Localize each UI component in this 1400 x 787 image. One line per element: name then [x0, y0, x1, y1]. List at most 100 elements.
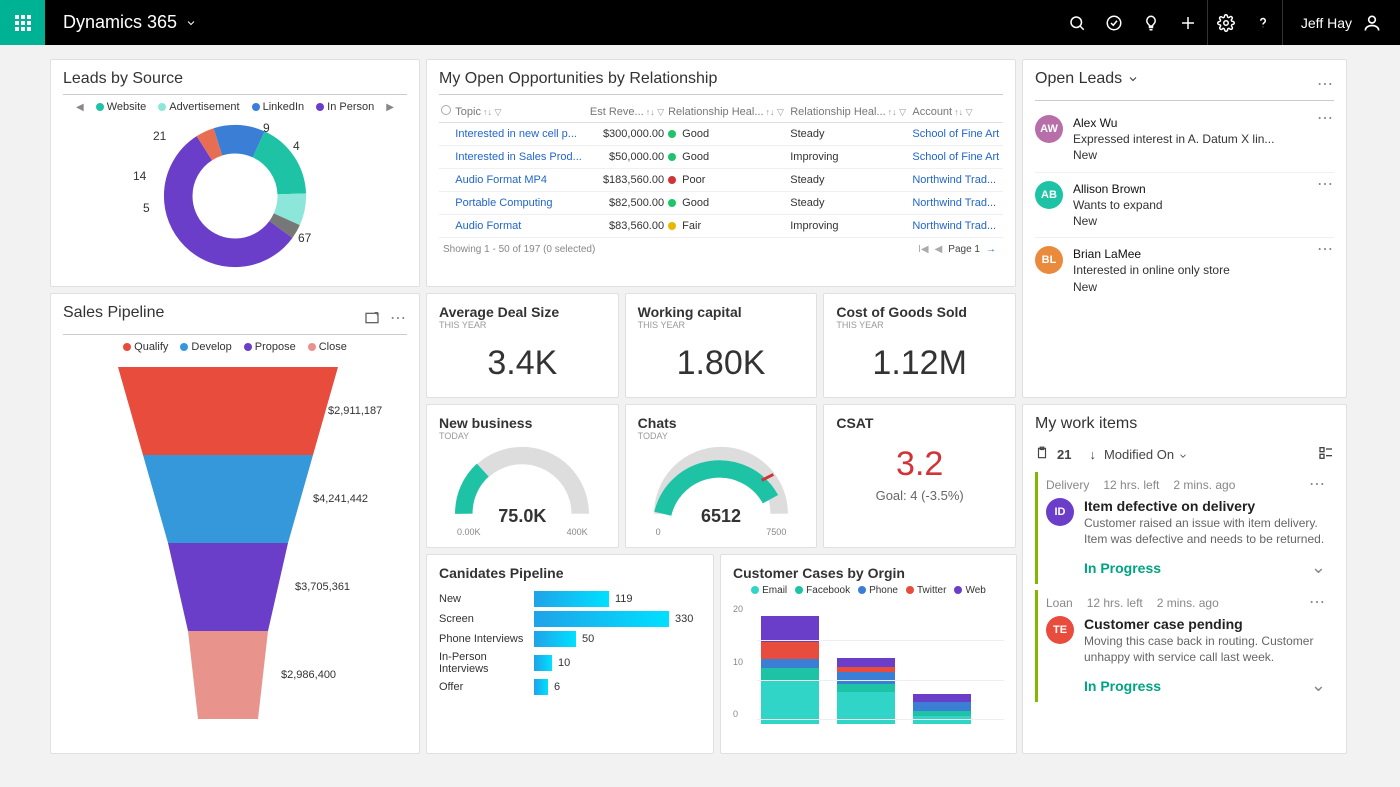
account-link[interactable]: Northwind Trad... [912, 174, 996, 186]
expand-button[interactable] [364, 310, 380, 329]
topic-link[interactable]: Interested in Sales Prod... [455, 151, 582, 163]
lead-item[interactable]: AW Alex Wu Expressed interest in A. Datu… [1035, 107, 1334, 172]
kpi-value: 3.2 [836, 431, 1003, 488]
work-more-button[interactable]: ⋯ [1309, 599, 1326, 607]
view-toggle-button[interactable] [1318, 445, 1334, 464]
account-link[interactable]: School of Fine Art [912, 128, 999, 140]
add-button[interactable] [1170, 0, 1207, 45]
funnel-chart: $2,911,187 $4,241,442 $3,705,361 $2,986,… [63, 361, 407, 731]
app-title-dropdown[interactable]: Dynamics 365 [63, 12, 197, 33]
col-account[interactable]: Account↑↓ ▽ [910, 101, 1003, 123]
work-item[interactable]: Delivery12 hrs. left2 mins. ago⋯ ID Item… [1035, 472, 1334, 584]
search-button[interactable] [1059, 0, 1096, 45]
list-icon [1318, 445, 1334, 461]
work-count: 21 [1057, 447, 1071, 462]
expand-chevron[interactable]: ⌄ [1311, 675, 1326, 696]
card-title[interactable]: Open Leads [1035, 70, 1317, 94]
kpi-title: CSAT [836, 415, 1003, 431]
lead-more-button[interactable]: ⋯ [1317, 115, 1334, 123]
plus-icon [1179, 14, 1197, 32]
legend-item: Facebook [795, 585, 850, 596]
chevron-down-icon [185, 17, 197, 29]
topic-link[interactable]: Interested in new cell p... [455, 128, 577, 140]
select-all-checkbox[interactable] [441, 105, 451, 115]
insights-button[interactable] [1133, 0, 1170, 45]
task-button[interactable] [1096, 0, 1133, 45]
work-eta: 12 hrs. left [1087, 596, 1143, 610]
stack-bar [837, 658, 895, 724]
table-row[interactable]: Interested in Sales Prod... $50,000.00 G… [439, 146, 1003, 169]
card-more-button[interactable]: ⋯ [390, 315, 407, 323]
topic-link[interactable]: Audio Format MP4 [455, 174, 547, 186]
account-link[interactable]: Northwind Trad... [912, 197, 996, 209]
lead-item[interactable]: BL Brian LaMee Interested in online only… [1035, 237, 1334, 303]
card-leads-by-source: Leads by Source ◀ Website Advertisement … [50, 59, 420, 287]
lead-item[interactable]: AB Allison Brown Wants to expand New ⋯ [1035, 172, 1334, 238]
user-menu[interactable]: Jeff Hay [1283, 13, 1400, 33]
card-title: Canidates Pipeline [439, 565, 701, 587]
account-link[interactable]: School of Fine Art [912, 151, 999, 163]
kpi-subtitle: TODAY [638, 431, 805, 441]
topic-link[interactable]: Portable Computing [455, 197, 552, 209]
search-icon [1068, 14, 1086, 32]
clipboard-icon [1035, 446, 1049, 463]
card-opportunities: My Open Opportunities by Relationship To… [426, 59, 1016, 287]
settings-button[interactable] [1208, 0, 1245, 45]
middle-row: Canidates Pipeline New119Screen330Phone … [426, 554, 1016, 754]
kpi-row-2: New business TODAY 75.0K 0.00K400K Chats… [426, 404, 1016, 548]
table-row[interactable]: Portable Computing $82,500.00 Good Stead… [439, 192, 1003, 215]
kpi-value: 3.4K [439, 330, 606, 387]
legend-next[interactable]: ▶ [386, 102, 394, 113]
card-title: Sales Pipeline [63, 304, 364, 328]
chevron-down-icon [1178, 451, 1188, 461]
lead-more-button[interactable]: ⋯ [1317, 181, 1334, 189]
sort-dropdown[interactable]: Modified On [1104, 447, 1188, 462]
legend-item: In Person [316, 101, 374, 113]
account-link[interactable]: Northwind Trad... [912, 220, 996, 232]
kpi-title: Working capital [638, 304, 805, 320]
leads-list: AW Alex Wu Expressed interest in A. Datu… [1035, 107, 1334, 303]
kpi-title: Average Deal Size [439, 304, 606, 320]
topic-link[interactable]: Audio Format [455, 220, 521, 232]
opportunities-table: Topic↑↓ ▽ Est Reve...↑↓ ▽ Relationship H… [439, 101, 1003, 238]
lead-name: Alex Wu [1073, 115, 1307, 131]
col-trend[interactable]: Relationship Heal...↑↓ ▽ [788, 101, 910, 123]
help-button[interactable] [1245, 0, 1282, 45]
avatar: TE [1046, 616, 1074, 644]
kpi-subtitle: THIS YEAR [439, 320, 606, 330]
work-desc: Customer raised an issue with item deliv… [1084, 516, 1326, 547]
candidate-row: In-Person Interviews10 [439, 651, 701, 675]
kpi-subtitle: THIS YEAR [638, 320, 805, 330]
card-more-button[interactable]: ⋯ [1317, 81, 1334, 89]
lead-more-button[interactable]: ⋯ [1317, 246, 1334, 254]
legend-item: Website [96, 101, 147, 113]
col-health[interactable]: Relationship Heal...↑↓ ▽ [666, 101, 788, 123]
avatar: ID [1046, 498, 1074, 526]
pager-controls[interactable]: I◀◀Page 1→ [915, 244, 999, 255]
avatar: AW [1035, 115, 1063, 143]
table-row[interactable]: Audio Format $83,560.00 Fair Improving N… [439, 215, 1003, 238]
kpi-subtitle: THIS YEAR [836, 320, 1003, 330]
col-revenue[interactable]: Est Reve...↑↓ ▽ [586, 101, 666, 123]
kpi-csat: CSAT 3.2 Goal: 4 (-3.5%) [823, 404, 1016, 548]
work-item[interactable]: Loan12 hrs. left2 mins. ago⋯ TE Customer… [1035, 590, 1334, 702]
legend-item: Phone [858, 585, 898, 596]
legend-prev[interactable]: ◀ [76, 102, 84, 113]
pager: Showing 1 - 50 of 197 (0 selected) I◀◀Pa… [439, 238, 1003, 255]
app-title-text: Dynamics 365 [63, 12, 177, 33]
work-more-button[interactable]: ⋯ [1309, 481, 1326, 489]
kpi-average-deal: Average Deal Size THIS YEAR 3.4K [426, 293, 619, 398]
expand-chevron[interactable]: ⌄ [1311, 557, 1326, 578]
bar [534, 679, 548, 695]
app-launcher-button[interactable] [0, 0, 45, 45]
work-toolbar: 21 ↓ Modified On [1035, 441, 1334, 472]
card-title: My work items [1035, 415, 1334, 439]
kpi-title: New business [439, 415, 606, 431]
kpi-value: 1.80K [638, 330, 805, 387]
legend-item: Advertisement [158, 101, 239, 113]
table-row[interactable]: Interested in new cell p... $300,000.00 … [439, 123, 1003, 146]
lightbulb-icon [1142, 14, 1160, 32]
table-row[interactable]: Audio Format MP4 $183,560.00 Poor Steady… [439, 169, 1003, 192]
col-topic[interactable]: Topic↑↓ ▽ [453, 101, 586, 123]
bar [534, 591, 609, 607]
